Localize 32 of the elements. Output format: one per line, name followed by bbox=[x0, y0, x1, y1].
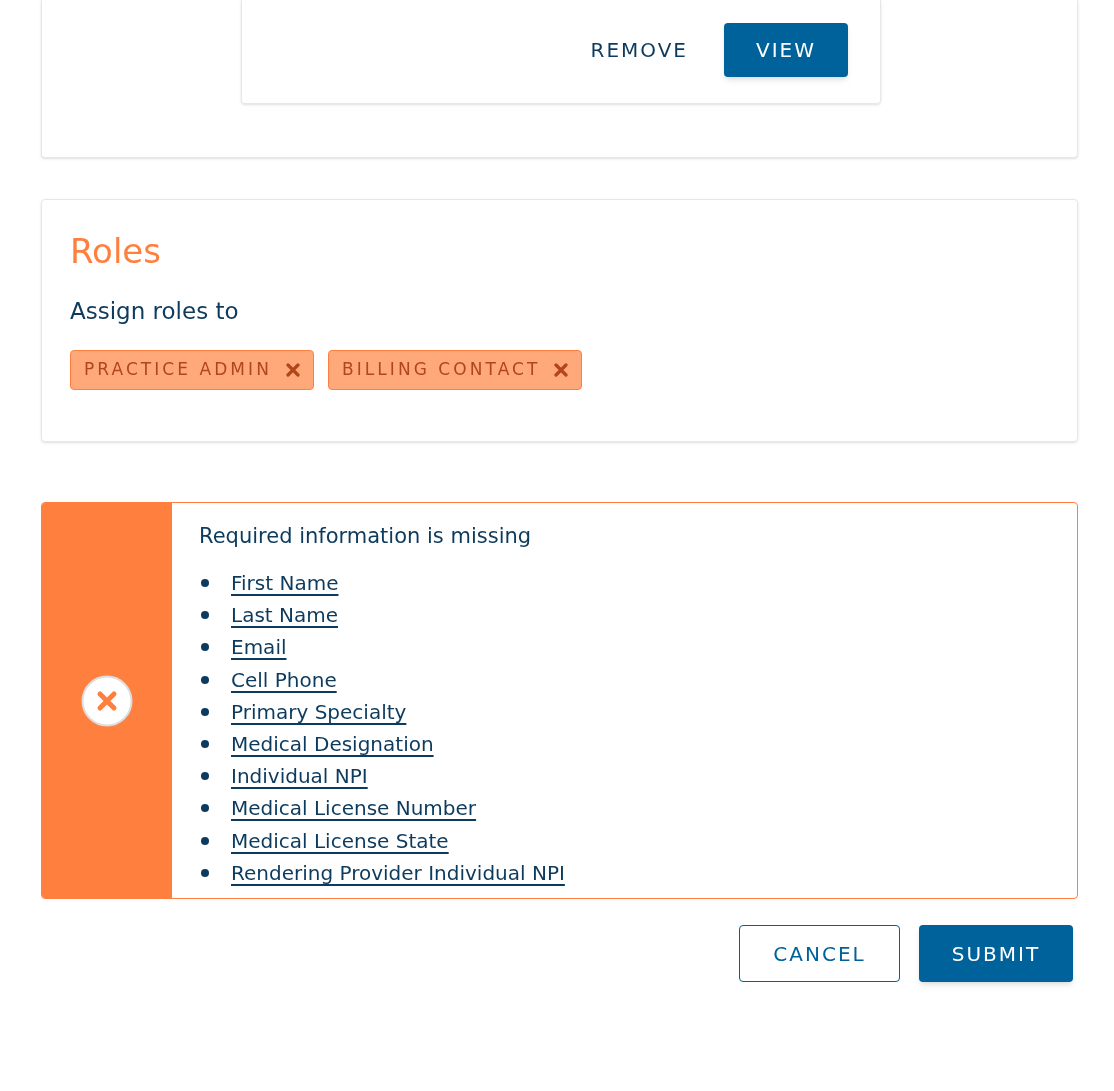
error-icon bbox=[81, 674, 133, 727]
bullet-icon bbox=[201, 836, 209, 845]
missing-field-link[interactable]: Cell Phone bbox=[231, 664, 337, 695]
bullet-icon bbox=[201, 804, 209, 813]
error-heading: Required information is missing bbox=[199, 523, 533, 550]
bullet-icon bbox=[201, 675, 209, 684]
missing-field-link[interactable]: Medical License State bbox=[231, 825, 449, 856]
remove-button[interactable]: REMOVE bbox=[582, 23, 696, 77]
bullet-icon bbox=[201, 740, 209, 749]
bullet-icon bbox=[201, 707, 209, 716]
view-button[interactable]: VIEW bbox=[724, 23, 848, 77]
bullet-icon bbox=[201, 579, 209, 588]
submit-button[interactable]: SUBMIT bbox=[919, 925, 1073, 982]
missing-field-link[interactable]: First Name bbox=[231, 568, 339, 599]
missing-field-link[interactable]: Primary Specialty bbox=[231, 696, 407, 727]
section-subtitle: Assign roles to bbox=[70, 297, 240, 326]
missing-field-link[interactable]: Individual NPI bbox=[231, 761, 368, 792]
cancel-button[interactable]: CANCEL bbox=[739, 925, 900, 982]
remove-icon[interactable] bbox=[554, 363, 569, 377]
missing-field-link[interactable]: Rendering Provider Individual NPI bbox=[231, 857, 565, 888]
section-title: Roles bbox=[70, 230, 162, 272]
bullet-icon bbox=[201, 611, 209, 620]
role-label: BILLING CONTACT bbox=[341, 358, 541, 382]
missing-field-link[interactable]: Medical License Number bbox=[231, 793, 477, 824]
missing-field-link[interactable]: Medical Designation bbox=[231, 729, 434, 760]
role-label: PRACTICE ADMIN bbox=[84, 358, 272, 382]
bullet-icon bbox=[201, 643, 209, 652]
remove-icon[interactable] bbox=[285, 363, 300, 377]
bullet-icon bbox=[201, 772, 209, 781]
missing-field-link[interactable]: Email bbox=[231, 632, 287, 663]
bullet-icon bbox=[201, 868, 209, 877]
missing-field-link[interactable]: Last Name bbox=[231, 600, 339, 631]
